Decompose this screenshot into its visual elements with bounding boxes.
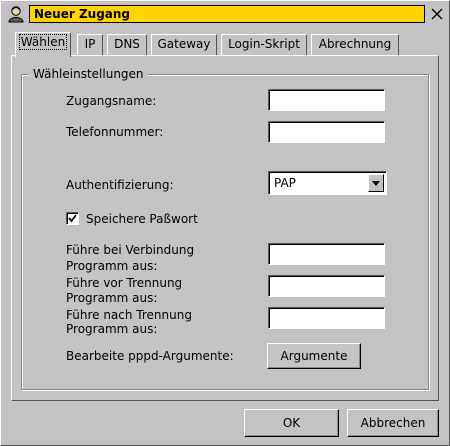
group-title: Wähleinstellungen (29, 67, 148, 81)
before-disconnect-label-line2: Programm aus: (66, 291, 158, 305)
save-password-checkbox[interactable] (66, 212, 79, 225)
window-title: Neuer Zugang (29, 5, 425, 23)
cancel-button[interactable]: Abbrechen (347, 409, 439, 437)
pppd-arguments-label: Bearbeite pppd-Argumente: (66, 349, 234, 363)
title-bar[interactable]: Neuer Zugang (3, 3, 447, 25)
phone-number-label: Telefonnummer: (66, 125, 164, 139)
account-name-field[interactable] (268, 89, 385, 111)
authentication-value: PAP (274, 176, 296, 190)
before-disconnect-label-line1: Führe vor Trennung (66, 276, 183, 290)
tab-login-skript[interactable]: Login-Skript (221, 34, 307, 55)
after-disconnect-program-field[interactable] (268, 307, 385, 329)
phone-number-field[interactable] (268, 121, 385, 143)
tab-waehlen[interactable]: Wählen (15, 32, 71, 57)
tab-gateway[interactable]: Gateway (151, 34, 217, 55)
dialog-window: Neuer Zugang Wählen IP DNS Gateway Login… (0, 0, 450, 446)
chevron-down-icon[interactable] (368, 174, 384, 192)
on-connect-program-field[interactable] (268, 243, 385, 265)
user-icon[interactable] (7, 5, 25, 23)
after-disconnect-label-line2: Programm aus: (66, 322, 158, 336)
authentication-label: Authentifizierung: (66, 178, 174, 192)
before-disconnect-program-field[interactable] (268, 275, 385, 297)
arguments-button[interactable]: Argumente (267, 343, 361, 369)
tab-abrechnung[interactable]: Abrechnung (311, 34, 399, 55)
after-disconnect-label-line1: Führe nach Trennung (66, 308, 192, 322)
ok-button[interactable]: OK (244, 409, 339, 437)
on-connect-label-line2: Programm aus: (66, 259, 158, 273)
tab-dns[interactable]: DNS (107, 34, 147, 55)
save-password-label[interactable]: Speichere Paßwort (86, 212, 198, 227)
close-icon[interactable] (429, 6, 445, 22)
on-connect-label-line1: Führe bei Verbindung (66, 243, 195, 257)
tab-ip[interactable]: IP (77, 34, 103, 55)
account-name-label: Zugangsname: (66, 94, 157, 108)
authentication-select[interactable]: PAP (268, 171, 387, 195)
